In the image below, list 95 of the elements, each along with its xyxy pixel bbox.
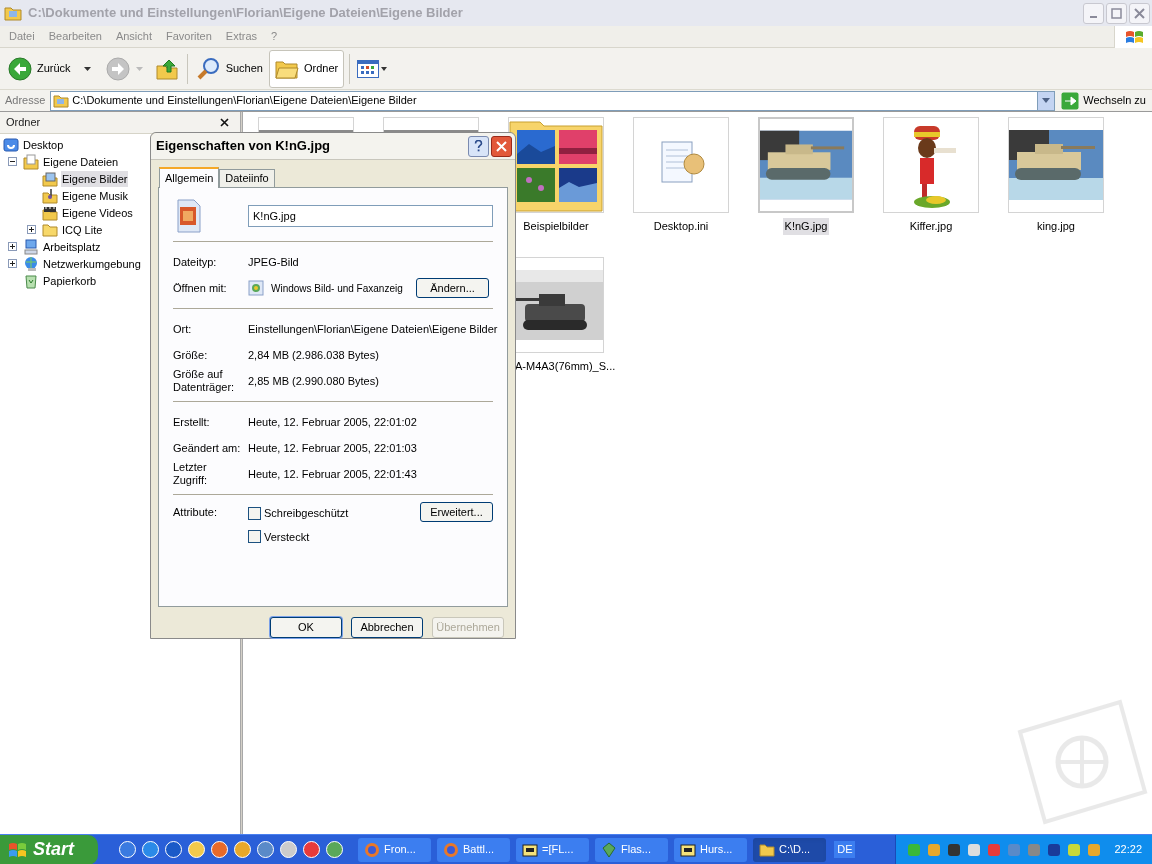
file-name[interactable]: Beispielbilder	[521, 218, 591, 235]
search-button[interactable]: Suchen	[191, 50, 267, 87]
window-title: C:\Dokumente und Einstellungen\Florian\Eigene Dateien\Eigene Bilder	[28, 4, 464, 23]
minimize-icon	[1090, 15, 1097, 18]
pictures-folder-icon	[42, 170, 58, 187]
field-value: Einstellungen\Florian\Eigene Dateien\Eigene Bilder	[248, 321, 498, 337]
tree-item[interactable]: ICQ Lite	[61, 221, 104, 238]
filename-field[interactable]: K!nG.jpg	[248, 205, 493, 228]
collapse-icon[interactable]	[8, 157, 17, 166]
folders-button[interactable]: Ordner	[268, 49, 345, 88]
documents-folder-icon	[23, 153, 39, 170]
field-label: Geändert am:	[173, 441, 242, 455]
help-icon	[474, 140, 483, 153]
taskbar-button[interactable]: Fron...	[358, 837, 431, 862]
field-value: 2,84 MB (2.986.038 Bytes)	[248, 347, 379, 363]
tree-item[interactable]: Netzwerkumgebung	[42, 255, 142, 272]
close-icon	[496, 140, 507, 152]
field-label: Letzter Zugriff:	[173, 461, 209, 488]
help-button[interactable]	[468, 135, 489, 157]
windows-flag-icon	[8, 840, 28, 859]
file-name[interactable]: K!nG.jpg	[782, 218, 830, 235]
file-name[interactable]: king.jpg	[1035, 218, 1077, 235]
field-label: Dateityp:	[173, 255, 218, 269]
field-value: Heute, 12. Februar 2005, 22:01:03	[248, 440, 417, 456]
go-button[interactable]: Wechseln zu	[1061, 91, 1148, 110]
videos-folder-icon	[42, 204, 58, 221]
music-folder-icon	[42, 187, 58, 204]
minimize-button[interactable]	[1083, 2, 1104, 24]
field-label: Öffnen mit:	[173, 281, 228, 295]
tab[interactable]: Allgemein	[159, 167, 220, 189]
dialog-button: Übernehmen	[432, 617, 504, 638]
back-button[interactable]: Zurück	[5, 50, 94, 87]
field-value: Windows Bild- und Faxanzeig	[271, 281, 404, 296]
taskbar-button[interactable]: =[FL...	[516, 837, 589, 862]
caret-icon	[83, 66, 91, 71]
advanced-button[interactable]: Erweitert...	[420, 502, 493, 523]
change-button[interactable]: Ändern...	[416, 278, 489, 299]
clock: 22:22	[1114, 842, 1142, 858]
tree-item[interactable]: Arbeitsplatz	[42, 238, 102, 255]
tree-item[interactable]: Desktop	[22, 136, 65, 153]
thumbnail-frame[interactable]	[633, 117, 729, 213]
file-name[interactable]: Kiffer.jpg	[907, 218, 955, 235]
chat-window-icon	[522, 841, 538, 858]
start-button[interactable]: Start	[0, 834, 98, 864]
field-label: Ort:	[173, 322, 193, 336]
tree-item[interactable]: Eigene Videos	[61, 204, 134, 221]
maximize-icon	[1111, 7, 1122, 19]
address-field[interactable]: C:\Dokumente und Einstellungen\Florian\Eigene Dateien\Eigene Bilder	[50, 90, 1056, 111]
field-value: Heute, 12. Februar 2005, 22:01:02	[248, 414, 417, 430]
chat-window-icon	[680, 841, 696, 858]
field-label: Attribute:	[173, 505, 219, 520]
expand-icon[interactable]	[8, 259, 17, 268]
dialog-button[interactable]: Abbrechen	[351, 617, 423, 638]
close-icon[interactable]	[220, 118, 229, 127]
caret-icon	[381, 66, 388, 71]
dialog-button[interactable]: OK	[270, 617, 342, 638]
taskbar-button[interactable]: Hurs...	[674, 837, 747, 862]
image-file-icon	[177, 199, 201, 234]
view-grid-icon	[357, 59, 380, 78]
close-button[interactable]	[491, 135, 512, 157]
expand-icon[interactable]	[8, 242, 17, 251]
dialog-title: Eigenschaften von K!nG.jpg	[156, 137, 332, 156]
image-viewer-icon	[248, 280, 264, 297]
checkbox[interactable]: Schreibgeschützt	[248, 505, 420, 522]
expand-icon[interactable]	[27, 225, 36, 234]
file-name[interactable]: A-M4A3(76mm)_S...	[513, 358, 618, 375]
taskbar-button[interactable]: Battl...	[437, 837, 510, 862]
thumbnail-frame[interactable]	[758, 117, 854, 213]
field-value: 2,85 MB (2.990.080 Bytes)	[248, 373, 379, 389]
taskbar-button[interactable]: Flas...	[595, 837, 668, 862]
tree-item[interactable]: Papierkorb	[42, 272, 98, 289]
thumbnail-frame[interactable]	[1008, 117, 1104, 213]
tab[interactable]: Dateiinfo	[219, 169, 275, 188]
field-label: Erstellt:	[173, 415, 211, 429]
address-label: Adresse	[5, 93, 46, 109]
search-icon	[195, 55, 222, 82]
close-icon	[1134, 7, 1145, 19]
field-value: JPEG-Bild	[248, 254, 299, 270]
dropdown-arrow-icon	[1042, 98, 1051, 103]
field-value: Heute, 12. Februar 2005, 22:01:43	[248, 466, 417, 482]
tree-item[interactable]: Eigene Bilder	[61, 170, 129, 187]
field-label: Größe auf Datenträger:	[173, 368, 236, 395]
checkbox[interactable]: Versteckt	[248, 528, 420, 546]
caret-icon	[135, 66, 143, 71]
thumbnail-frame[interactable]	[508, 117, 604, 213]
taskbar-button[interactable]: C:\D...	[753, 837, 826, 862]
language-indicator[interactable]: DE	[834, 841, 856, 858]
tree-item[interactable]: Eigene Musik	[61, 187, 130, 204]
file-name[interactable]: Desktop.ini	[651, 218, 711, 235]
field-label: Größe:	[173, 348, 209, 362]
pane-title: Ordner	[6, 115, 41, 131]
tree-item[interactable]: Eigene Dateien	[42, 153, 120, 170]
windows-flag-icon	[1124, 28, 1143, 45]
thumbnail-frame[interactable]	[883, 117, 979, 213]
folder-thumbnail-icon	[509, 118, 603, 212]
